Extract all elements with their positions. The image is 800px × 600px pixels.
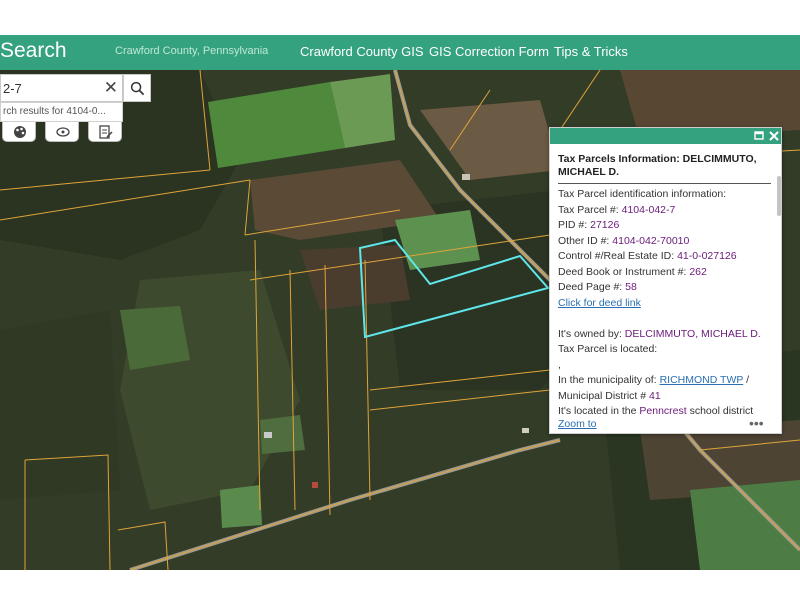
tax-parcel-value: 4104-042-7	[621, 203, 676, 216]
deed-book-value: 262	[689, 265, 707, 278]
clear-search-icon[interactable]: ✕	[104, 78, 118, 98]
basemap-tool-button[interactable]	[2, 122, 36, 142]
control-id-value: 41-0-027126	[677, 250, 737, 262]
maximize-icon[interactable]	[751, 128, 767, 144]
tax-parcel-line: Tax Parcel #: 4104-042-7	[558, 203, 676, 216]
deed-page-line: Deed Page #: 58	[558, 281, 637, 293]
deed-link[interactable]: Click for deed link	[558, 297, 641, 309]
other-id-value: 4104-042-70010	[612, 234, 690, 247]
district-value: 41	[649, 389, 661, 402]
popup-title: Tax Parcels Information: DELCIMMUTO, MIC…	[558, 153, 757, 178]
nav-gis-correction-form[interactable]: GIS Correction Form	[429, 44, 549, 59]
popup-scrollbar[interactable]	[777, 176, 781, 216]
search-icon	[130, 81, 145, 96]
deed-book-line: Deed Book or Instrument #: 262	[558, 265, 707, 278]
layers-icon	[56, 127, 70, 137]
search-suggestion[interactable]: rch results for 4104-0...	[0, 102, 123, 122]
app-title: Search	[0, 39, 67, 62]
deed-page-value: 58	[625, 281, 637, 293]
search-box: ✕	[0, 74, 123, 102]
popup-divider	[558, 183, 771, 184]
popup-content[interactable]: Tax Parcel identification information: T…	[558, 187, 775, 414]
parcel-info-popup: Tax Parcels Information: DELCIMMUTO, MIC…	[549, 127, 782, 434]
more-options-icon[interactable]: •••	[749, 415, 764, 431]
close-icon[interactable]	[766, 128, 782, 144]
district-line: Municipal District # 41	[558, 389, 661, 402]
pid-value: 27126	[590, 219, 620, 231]
intro-line: Tax Parcel identification information:	[558, 188, 727, 200]
municipality-line: In the municipality of: RICHMOND TWP /	[558, 374, 750, 386]
owner-value: DELCIMMUTO, MICHAEL D.	[624, 327, 761, 340]
zoom-to-link[interactable]: Zoom to	[558, 418, 597, 430]
layers-tool-button[interactable]	[45, 122, 79, 142]
municipality-link[interactable]: RICHMOND TWP	[660, 374, 744, 386]
other-id-line: Other ID #: 4104-042-70010	[558, 234, 690, 247]
edit-list-icon	[99, 125, 113, 139]
nav-crawford-county-gis[interactable]: Crawford County GIS	[300, 44, 424, 59]
address-line: ,	[558, 358, 561, 371]
legend-tool-button[interactable]	[88, 122, 122, 142]
school-district-value: Penncrest	[639, 405, 687, 414]
search-button[interactable]	[123, 74, 151, 102]
control-id-line: Control #/Real Estate ID: 41-0-027126	[558, 250, 737, 262]
nav-tips-and-tricks[interactable]: Tips & Tricks	[554, 44, 628, 59]
school-district-line: It's located in the Penncrest school dis…	[558, 404, 775, 414]
county-subtitle: Crawford County, Pennsylvania	[115, 45, 269, 57]
owner-line: It's owned by: DELCIMMUTO, MICHAEL D.	[558, 327, 761, 340]
palette-icon	[14, 126, 26, 138]
bottom-margin	[0, 570, 800, 600]
top-margin	[0, 0, 800, 35]
search-input[interactable]	[1, 75, 99, 101]
pid-line: PID #: 27126	[558, 219, 620, 231]
located-line: Tax Parcel is located:	[558, 343, 658, 355]
app-header: Search Crawford County, Pennsylvania Cra…	[0, 35, 800, 70]
popup-titlebar	[550, 128, 781, 144]
